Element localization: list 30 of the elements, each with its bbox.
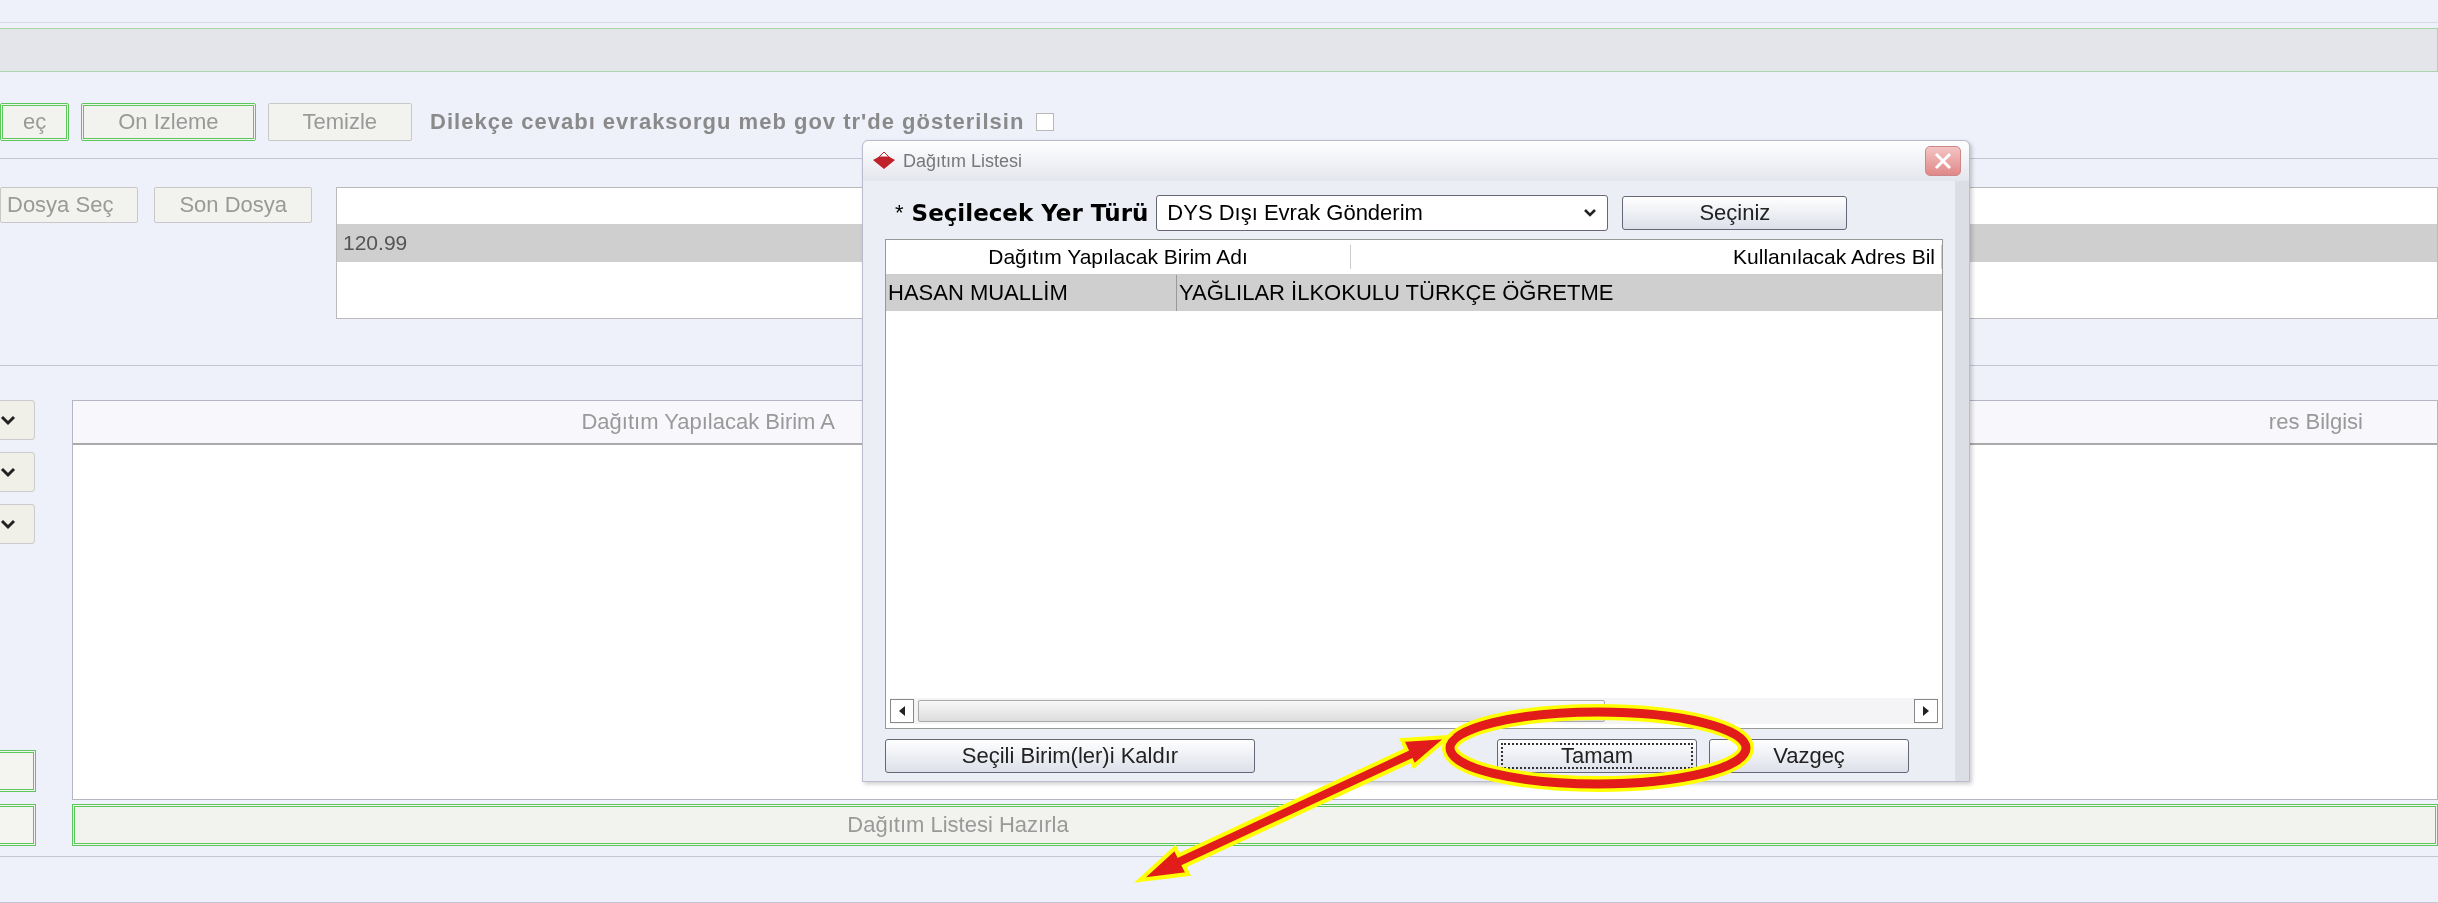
- chevron-down-icon: [0, 518, 16, 530]
- table-cell: HASAN MUALLİM: [886, 275, 1177, 311]
- close-button[interactable]: [1925, 146, 1961, 176]
- column-header: res Bilgisi: [2267, 409, 2363, 435]
- chevron-down-icon: [1583, 208, 1598, 218]
- chevron-down-icon: [0, 466, 16, 478]
- close-icon: [1933, 152, 1953, 170]
- option-label: Dilekçe cevabı evraksorgu meb gov tr'de gösterilsin: [430, 109, 1025, 135]
- table-row[interactable]: HASAN MUALLİM YAĞLILAR İLKOKULU TÜRKÇE ÖĞRETME: [886, 275, 1942, 311]
- table-cell-text: YAĞLILAR İLKOKULU TÜRKÇE ÖĞRETME: [1178, 279, 1615, 307]
- checkbox[interactable]: [1036, 113, 1055, 131]
- field[interactable]: [0, 750, 36, 792]
- dropdown[interactable]: [0, 452, 35, 492]
- dialog-button[interactable]: Tamam: [1497, 739, 1697, 773]
- ballot-box-icon: [871, 150, 897, 172]
- type-select[interactable]: DYS Dışı Evrak Gönderim: [1156, 195, 1609, 231]
- column-header: Dağıtım Yapılacak Birim A: [580, 409, 835, 435]
- scroll-left-icon[interactable]: [890, 699, 914, 723]
- dialog-title: Dağıtım Listesi: [903, 150, 1023, 172]
- select-button[interactable]: Seçiniz: [1622, 196, 1848, 230]
- chevron-down-icon: [0, 414, 16, 426]
- column-header: Kullanılacak Adres Bil: [1351, 245, 1942, 269]
- field[interactable]: [0, 804, 36, 846]
- scroll-right-icon[interactable]: [1914, 699, 1938, 723]
- dropdown[interactable]: [0, 504, 35, 544]
- required-mark: *: [895, 200, 904, 226]
- column-header: Dağıtım Yapılacak Birim Adı: [886, 245, 1351, 269]
- dialog-button[interactable]: Seçili Birim(ler)i Kaldır: [885, 739, 1255, 773]
- field-label: Seçilecek Yer Türü: [911, 200, 1149, 226]
- dropdown[interactable]: [0, 400, 35, 440]
